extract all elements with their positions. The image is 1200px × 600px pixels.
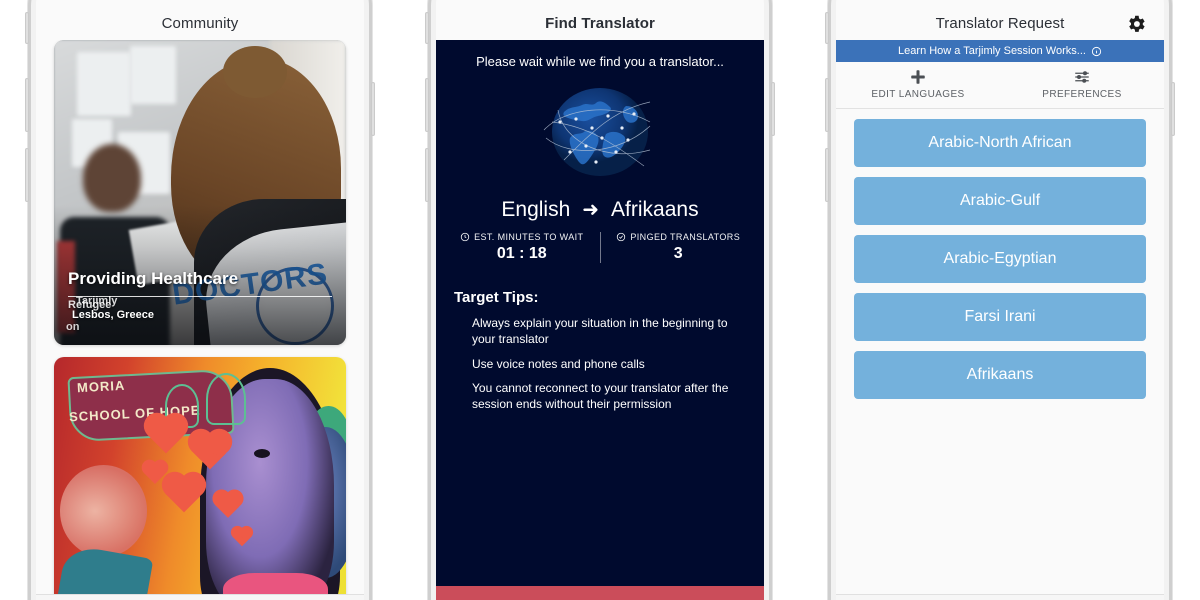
tips-section: Target Tips: Always explain your situati…: [436, 263, 764, 422]
navigation-bar: Find Translator: [436, 0, 764, 40]
cancel-request-button[interactable]: Cancel Request: [436, 586, 764, 600]
arrow-right-icon: ➜: [582, 199, 600, 221]
preferences-button[interactable]: PREFERENCES: [1000, 68, 1164, 100]
gear-icon: [1125, 13, 1147, 35]
settings-button[interactable]: [1124, 12, 1148, 36]
action-label: EDIT LANGUAGES: [871, 89, 965, 100]
waiting-message: Please wait while we find you a translat…: [476, 54, 724, 69]
language-option[interactable]: Arabic-Egyptian: [854, 235, 1146, 283]
info-circle-icon: [1091, 46, 1102, 57]
language-list: Arabic-North African Arabic-Gulf Arabic-…: [836, 109, 1164, 594]
tip-item: You cannot reconnect to your translator …: [472, 381, 729, 412]
page-title: Find Translator: [545, 15, 655, 32]
check-circle-icon: [616, 232, 626, 242]
tips-heading: Target Tips:: [454, 289, 539, 306]
volume-down-button[interactable]: [825, 148, 829, 202]
card-subtitle-group: Tarjimly Refugee Lesbos, Greece on: [66, 295, 272, 335]
phone-translator-request: Translator Request Learn How a Tarjimly …: [800, 0, 1200, 600]
silent-switch[interactable]: [825, 12, 829, 44]
language-option[interactable]: Afrikaans: [854, 351, 1146, 399]
language-option[interactable]: Arabic-Gulf: [854, 177, 1146, 225]
tip-item: Use voice notes and phone calls: [472, 356, 645, 371]
page-title: Translator Request: [935, 15, 1065, 32]
action-label: PREFERENCES: [1042, 89, 1122, 100]
target-language: Afrikaans: [611, 197, 699, 221]
community-card[interactable]: MORIA SCHOOL OF HOPE: [54, 357, 346, 594]
action-row: EDIT LANGUAGES PREFERENCES: [836, 62, 1164, 109]
community-card[interactable]: DOCTORS Providing Healthcare Tarjimly Re…: [54, 40, 346, 345]
community-feed: DOCTORS Providing Healthcare Tarjimly Re…: [36, 40, 364, 594]
phone-community: Community Providing Healthcare Tarjimly …: [0, 0, 400, 600]
card-subtitle-overflow: on: [66, 321, 80, 333]
session-info-banner[interactable]: Learn How a Tarjimly Session Works...: [836, 40, 1164, 62]
page-title: Community: [161, 15, 239, 32]
globe-network-graphic: [436, 73, 764, 191]
volume-down-button[interactable]: [425, 148, 429, 202]
session-stats: EST. MINUTES TO WAIT 01 : 18 PINGED TRAN…: [436, 230, 764, 263]
banner-label: Learn How a Tarjimly Session Works...: [898, 45, 1086, 57]
find-translator-body: Please wait while we find you a translat…: [436, 40, 764, 600]
silent-switch[interactable]: [25, 12, 29, 44]
plus-icon: [909, 68, 927, 86]
volume-up-button[interactable]: [25, 78, 29, 132]
tip-item: Always explain your situation in the beg…: [472, 316, 728, 346]
volume-up-button[interactable]: [825, 78, 829, 132]
three-phone-mockup: Community Providing Healthcare Tarjimly …: [0, 0, 1200, 600]
power-button[interactable]: [1171, 82, 1175, 136]
stat-label: PINGED TRANSLATORS: [630, 232, 741, 242]
stat-wait-time: EST. MINUTES TO WAIT 01 : 18: [446, 232, 598, 263]
bottom-tab-bar: Home Conversations: [36, 594, 364, 600]
power-button[interactable]: [771, 82, 775, 136]
phone-find-translator: Find Translator Please wait while we fin…: [400, 0, 800, 600]
volume-up-button[interactable]: [425, 78, 429, 132]
stat-value: 01 : 18: [496, 245, 547, 262]
mural-text-line1: MORIA: [76, 377, 127, 395]
clock-icon: [460, 232, 470, 242]
bottom-tab-bar: Home Conversations: [836, 594, 1164, 600]
source-language: English: [501, 197, 571, 221]
sliders-icon: [1073, 68, 1091, 86]
language-option[interactable]: Farsi Irani: [854, 293, 1146, 341]
stat-label: EST. MINUTES TO WAIT: [474, 232, 584, 242]
phone-screen: Translator Request Learn How a Tarjimly …: [836, 0, 1164, 600]
language-option[interactable]: Arabic-North African: [854, 119, 1146, 167]
stat-value: 3: [673, 245, 683, 262]
stat-pinged-translators: PINGED TRANSLATORS 3: [603, 232, 755, 263]
card-title: Providing Healthcare: [68, 269, 239, 288]
phone-screen: Community Providing Healthcare Tarjimly …: [36, 0, 364, 600]
stat-divider: [599, 232, 601, 263]
navigation-bar: Community: [36, 0, 364, 40]
volume-down-button[interactable]: [25, 148, 29, 202]
language-pair: English ➜ Afrikaans: [436, 191, 764, 230]
phone-screen: Find Translator Please wait while we fin…: [436, 0, 764, 600]
card-subtitle-location: Lesbos, Greece: [72, 309, 154, 321]
mural-photo: MORIA SCHOOL OF HOPE: [54, 357, 346, 594]
edit-languages-button[interactable]: EDIT LANGUAGES: [836, 68, 1000, 100]
power-button[interactable]: [371, 82, 375, 136]
silent-switch[interactable]: [425, 12, 429, 44]
navigation-bar: Translator Request: [836, 0, 1164, 40]
